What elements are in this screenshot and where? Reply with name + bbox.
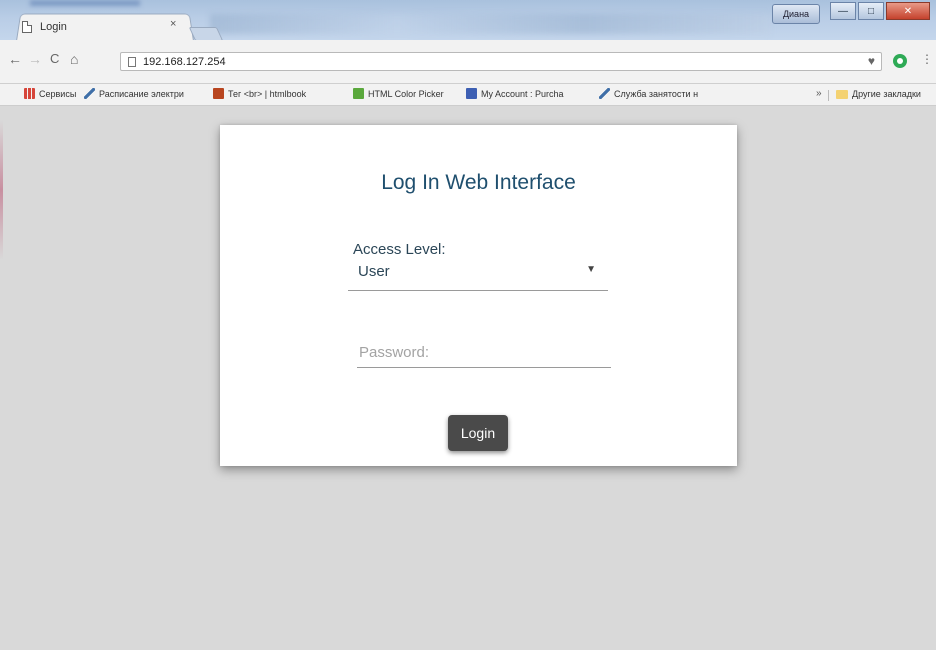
page-title: Log In Web Interface — [381, 171, 576, 194]
close-window-button[interactable]: ✕ — [886, 2, 930, 20]
title-bar-highlight — [30, 0, 140, 6]
extension-pin-icon[interactable]: ♥ — [868, 54, 875, 68]
pencil-icon — [84, 88, 95, 99]
dropdown-arrow-icon: ▼ — [586, 264, 596, 275]
access-level-label: Access Level: — [353, 241, 446, 258]
menu-icon[interactable]: ⋮ — [921, 52, 933, 66]
browser-toolbar: ← → C ⌂ 192.168.127.254 ♥ ⋮ — [0, 40, 936, 84]
reload-icon[interactable]: C — [50, 51, 59, 66]
bookmark-label: Служба занятости н — [614, 88, 699, 99]
minimize-button[interactable]: — — [830, 2, 856, 20]
page-edge-shadow — [0, 120, 3, 260]
page-icon — [22, 21, 32, 33]
forward-arrow-icon[interactable]: → — [28, 51, 42, 67]
bookmark-label: Расписание электри — [99, 88, 184, 99]
color-picker-icon — [353, 88, 364, 99]
bookmark-label: My Account : Purcha — [481, 88, 564, 99]
tab-close-icon[interactable]: × — [170, 18, 176, 30]
bookmarks-divider — [828, 90, 829, 101]
bookmarks-overflow-icon[interactable]: » — [816, 88, 822, 99]
back-arrow-icon[interactable]: ← — [8, 51, 22, 67]
browser-title-bar: Login × Диана — □ ✕ — [0, 0, 936, 42]
bookmark-label: HTML Color Picker — [368, 88, 444, 99]
access-level-select[interactable]: User ▼ — [348, 260, 608, 291]
bookmark-item[interactable]: Расписание электри — [84, 88, 184, 99]
extension-icon[interactable] — [893, 54, 907, 68]
maximize-button[interactable]: □ — [858, 2, 884, 20]
account-icon — [466, 88, 477, 99]
bookmark-item[interactable]: HTML Color Picker — [353, 88, 444, 99]
page-content: Log In Web Interface Access Level: User … — [0, 106, 936, 650]
folder-icon — [836, 90, 848, 99]
other-bookmarks-label: Другие закладки — [852, 89, 921, 99]
login-card: Log In Web Interface Access Level: User … — [220, 125, 737, 466]
bookmark-item[interactable]: Служба занятости н — [599, 88, 698, 99]
profile-button[interactable]: Диана — [772, 4, 820, 24]
home-icon[interactable]: ⌂ — [70, 51, 78, 67]
apps-grid-icon — [24, 88, 35, 99]
bookmark-label: Тег <br> | htmlbook — [228, 88, 307, 99]
page-info-icon[interactable] — [128, 56, 136, 67]
tab-content[interactable]: Login — [22, 16, 182, 38]
url-text[interactable]: 192.168.127.254 — [143, 56, 226, 68]
other-bookmarks[interactable]: Другие закладки — [852, 89, 921, 99]
background-tabs — [210, 14, 770, 34]
login-button[interactable]: Login — [448, 415, 508, 451]
access-level-value: User — [358, 263, 390, 280]
bookmark-label: Сервисы — [39, 88, 77, 99]
pencil-icon — [599, 88, 610, 99]
address-bar[interactable]: 192.168.127.254 ♥ — [120, 52, 882, 71]
password-input[interactable] — [357, 337, 611, 368]
htmlbook-icon — [213, 88, 224, 99]
window-controls: Диана — □ ✕ — [772, 2, 930, 24]
bookmarks-bar: Сервисы Расписание электри Тег <br> | ht… — [0, 84, 936, 106]
bookmark-item[interactable]: Сервисы — [24, 88, 76, 99]
bookmark-item[interactable]: Тег <br> | htmlbook — [213, 88, 306, 99]
tab-title: Login — [40, 21, 67, 33]
bookmark-item[interactable]: My Account : Purcha — [466, 88, 564, 99]
new-tab-button[interactable] — [188, 27, 224, 41]
